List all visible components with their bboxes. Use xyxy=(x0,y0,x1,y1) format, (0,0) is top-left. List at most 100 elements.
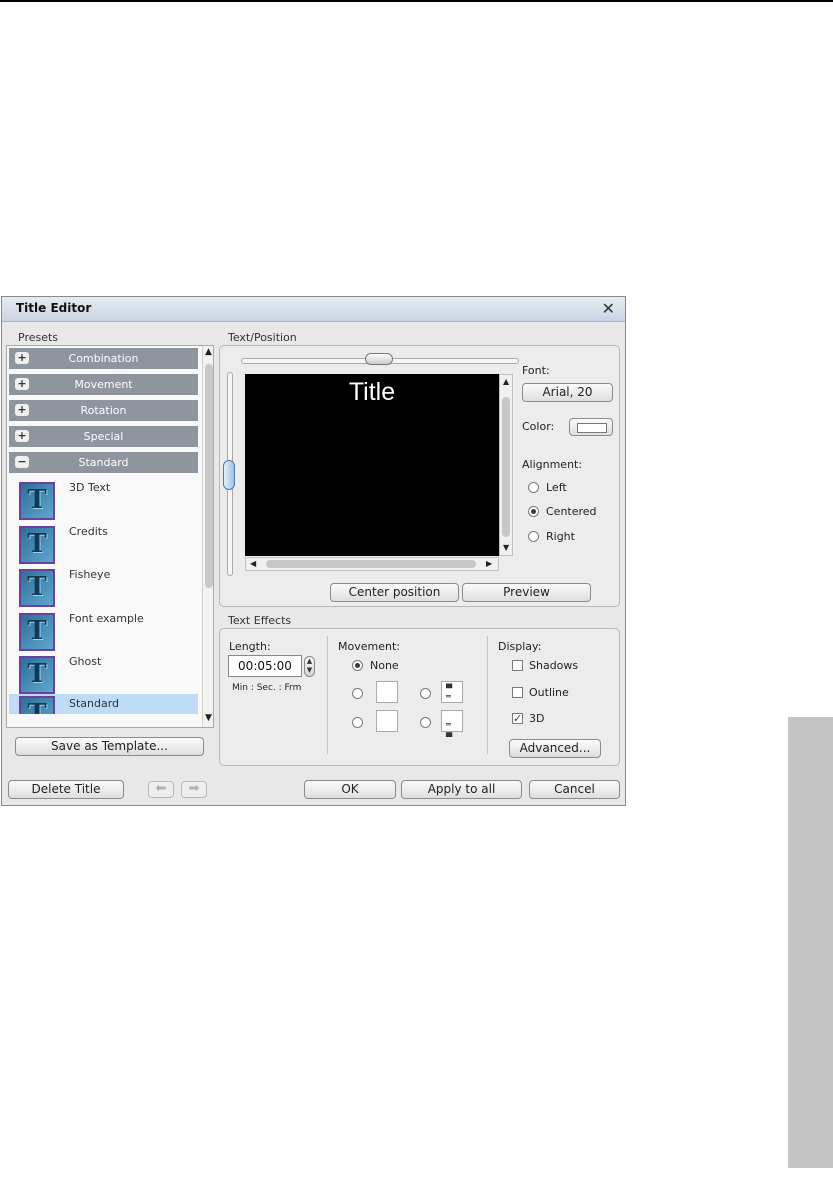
title-preset-thumbnail-icon: T xyxy=(19,482,55,520)
title-preset-thumbnail-icon: T xyxy=(19,526,55,564)
preset-item-label: Credits xyxy=(69,525,108,538)
page-side-tab xyxy=(788,717,833,1168)
shadows-checkbox[interactable] xyxy=(512,660,523,671)
color-button[interactable] xyxy=(569,418,613,436)
cancel-button[interactable]: Cancel xyxy=(529,780,620,799)
scroll-thumb[interactable] xyxy=(502,397,510,537)
align-right-radio[interactable] xyxy=(528,531,539,542)
title-preset-thumbnail-icon: T xyxy=(19,656,55,694)
3d-checkbox[interactable]: ✓ xyxy=(512,713,523,724)
preset-category-label: Movement xyxy=(74,378,133,391)
length-spinner[interactable]: ▲ ▼ xyxy=(304,656,315,677)
movement-bottom-icon: ═ ▄ xyxy=(441,710,463,737)
preset-category-combination[interactable]: + Combination xyxy=(9,348,198,369)
scroll-thumb[interactable] xyxy=(205,364,213,588)
align-centered-radio[interactable] xyxy=(528,506,539,517)
dialog-titlebar: Title Editor ✕ xyxy=(2,297,625,322)
color-swatch xyxy=(577,423,607,433)
font-label: Font: xyxy=(522,364,550,377)
outline-label: Outline xyxy=(529,686,569,699)
scroll-up-icon[interactable]: ▲ xyxy=(503,377,509,386)
movement-option-radio[interactable] xyxy=(420,688,431,699)
3d-label: 3D xyxy=(529,712,545,725)
title-preset-thumbnail-icon: T xyxy=(19,696,55,714)
presets-list: + Combination + Movement + Rotation + Sp… xyxy=(6,345,214,728)
alignment-label: Alignment: xyxy=(522,458,583,471)
color-label: Color: xyxy=(522,420,555,433)
save-as-template-button[interactable]: Save as Template... xyxy=(15,737,204,756)
preset-category-special[interactable]: + Special xyxy=(9,426,198,447)
vertical-slider-thumb[interactable] xyxy=(223,460,235,490)
page-top-rule xyxy=(0,0,833,2)
display-label: Display: xyxy=(498,640,542,653)
movement-preview-box xyxy=(376,710,398,732)
dialog-title: Title Editor xyxy=(16,301,92,315)
scroll-thumb[interactable] xyxy=(266,560,476,568)
preset-item-label: Standard xyxy=(69,697,120,710)
preview-title-text[interactable]: Title xyxy=(245,378,499,407)
align-right-label: Right xyxy=(546,530,575,543)
length-input[interactable]: 00:05:00 xyxy=(228,655,302,677)
presets-scrollbar[interactable]: ▲ ▼ xyxy=(202,346,213,727)
preset-category-label: Rotation xyxy=(80,404,127,417)
preset-category-label: Combination xyxy=(68,352,139,365)
shadows-label: Shadows xyxy=(529,659,579,672)
preset-item-fisheye[interactable]: T Fisheye xyxy=(9,564,198,608)
preset-category-standard[interactable]: − Standard xyxy=(9,452,198,473)
scroll-down-icon[interactable]: ▼ xyxy=(503,543,509,552)
movement-option-radio[interactable] xyxy=(352,717,363,728)
presets-label: Presets xyxy=(18,331,59,344)
preview-button[interactable]: Preview xyxy=(462,583,591,602)
align-centered-label: Centered xyxy=(546,505,597,518)
preset-category-label: Standard xyxy=(78,456,129,469)
movement-top-icon: ▀ ═ xyxy=(441,681,463,703)
text-position-label: Text/Position xyxy=(228,331,297,344)
advanced-button[interactable]: Advanced... xyxy=(509,739,601,758)
preset-item-label: Font example xyxy=(69,612,144,625)
spin-up-icon[interactable]: ▲ xyxy=(305,657,314,666)
delete-title-button[interactable]: Delete Title xyxy=(8,780,124,799)
preset-category-movement[interactable]: + Movement xyxy=(9,374,198,395)
preset-item-label: Fisheye xyxy=(69,568,111,581)
align-left-radio[interactable] xyxy=(528,482,539,493)
title-preview-canvas[interactable]: Title xyxy=(245,374,499,556)
title-preset-thumbnail-icon: T xyxy=(19,569,55,607)
title-preset-thumbnail-icon: T xyxy=(19,613,55,651)
movement-none-radio[interactable] xyxy=(352,660,363,671)
arrow-left-icon[interactable]: ⬅ xyxy=(148,781,174,798)
movement-preview-box xyxy=(376,681,398,703)
preset-item-font-example[interactable]: T Font example xyxy=(9,608,198,652)
scroll-right-icon[interactable]: ▶ xyxy=(486,559,492,568)
preset-category-label: Special xyxy=(83,430,124,443)
center-position-button[interactable]: Center position xyxy=(330,583,459,602)
preset-item-label: Ghost xyxy=(69,655,102,668)
canvas-horizontal-scrollbar[interactable]: ◀ ▶ xyxy=(245,557,499,571)
arrow-right-icon[interactable]: ➡ xyxy=(181,781,207,798)
close-icon[interactable]: ✕ xyxy=(602,299,615,318)
text-effects-label: Text Effects xyxy=(228,614,292,627)
preset-category-rotation[interactable]: + Rotation xyxy=(9,400,198,421)
movement-none-label: None xyxy=(370,659,399,672)
horizontal-slider-thumb[interactable] xyxy=(365,353,393,365)
preset-item-label: 3D Text xyxy=(69,481,111,494)
preset-item-3d-text[interactable]: T 3D Text xyxy=(9,477,198,521)
scroll-up-icon[interactable]: ▲ xyxy=(205,347,212,357)
movement-option-radio[interactable] xyxy=(420,717,431,728)
font-button[interactable]: Arial, 20 xyxy=(522,383,613,402)
ok-button[interactable]: OK xyxy=(304,780,396,799)
outline-checkbox[interactable] xyxy=(512,687,523,698)
scroll-down-icon[interactable]: ▼ xyxy=(205,713,212,723)
spin-down-icon[interactable]: ▼ xyxy=(305,666,314,675)
movement-label: Movement: xyxy=(338,640,400,653)
preset-item-standard[interactable]: T Standard xyxy=(9,694,198,714)
effects-divider xyxy=(487,636,488,754)
apply-to-all-button[interactable]: Apply to all xyxy=(401,780,522,799)
movement-option-radio[interactable] xyxy=(352,688,363,699)
canvas-vertical-scrollbar[interactable]: ▲ ▼ xyxy=(499,374,513,556)
align-left-label: Left xyxy=(546,481,567,494)
scroll-left-icon[interactable]: ◀ xyxy=(250,559,256,568)
length-format-hint: Min : Sec. : Frm xyxy=(232,683,302,693)
preset-item-ghost[interactable]: T Ghost xyxy=(9,651,198,695)
effects-divider xyxy=(327,636,328,754)
preset-item-credits[interactable]: T Credits xyxy=(9,521,198,565)
